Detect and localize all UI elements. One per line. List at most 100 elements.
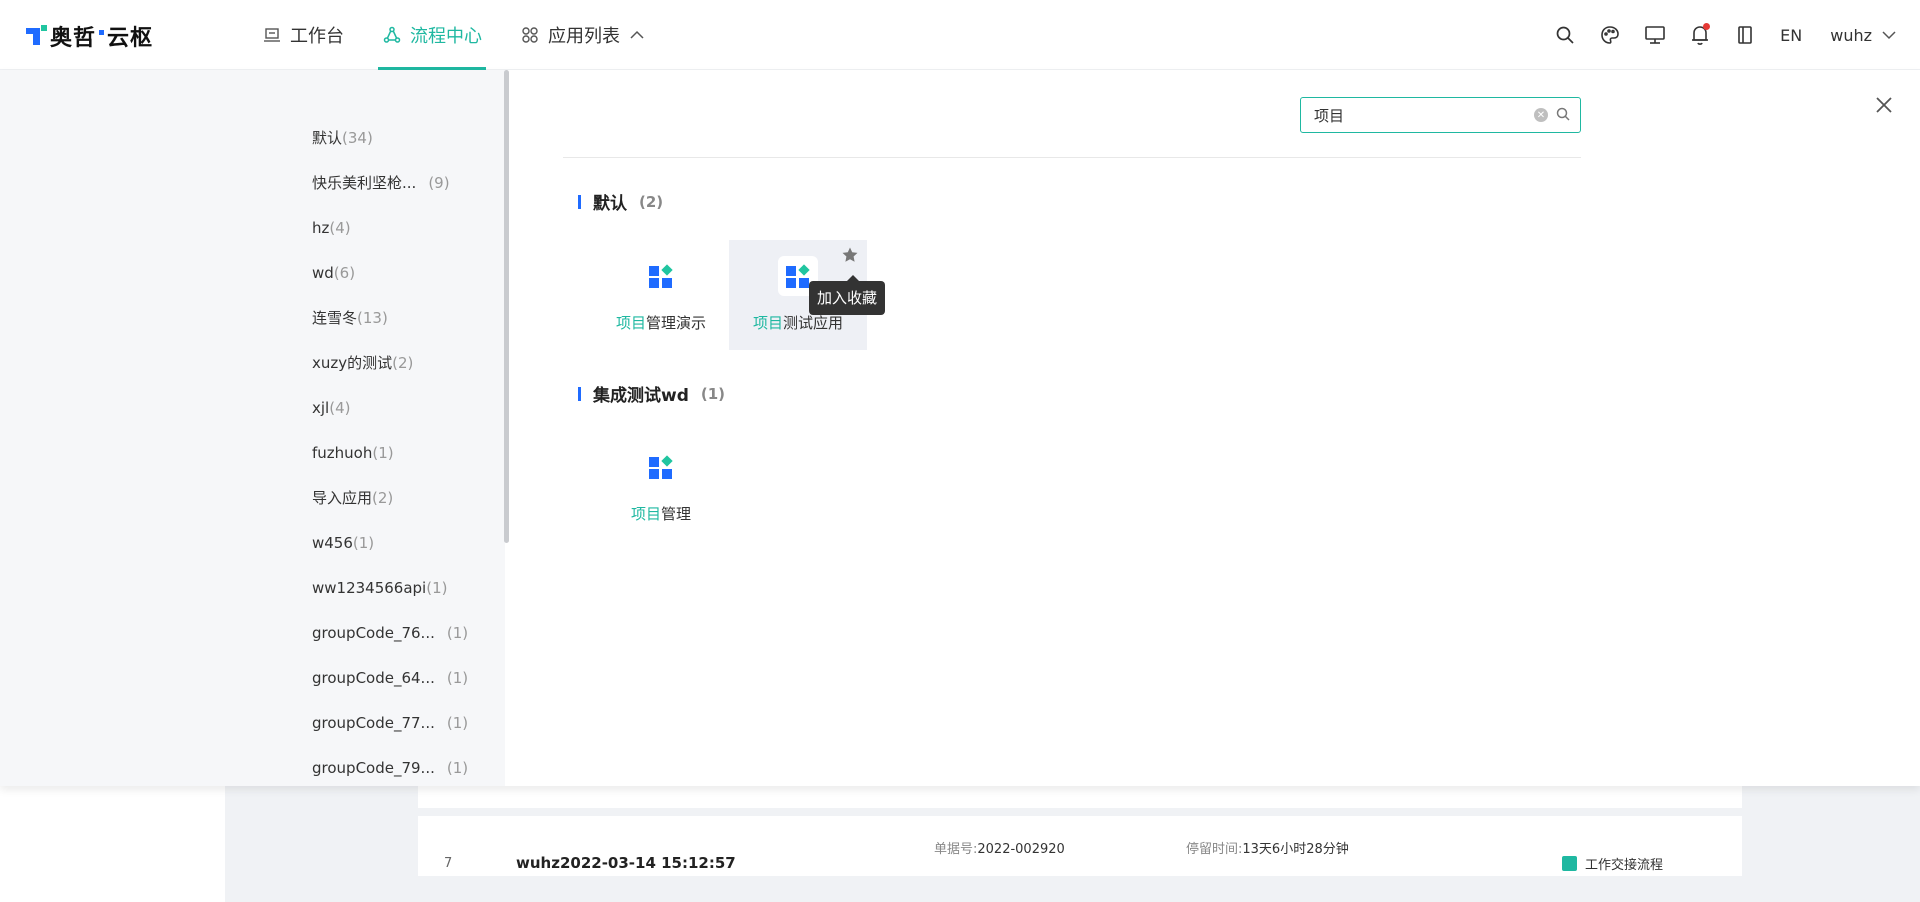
app-name: 项目管理演示 xyxy=(615,314,707,332)
close-icon[interactable] xyxy=(1872,93,1896,117)
category-name: groupCode_77... xyxy=(312,713,435,732)
group-count: (1) xyxy=(700,384,726,403)
row-title[interactable]: wuhz2022-03-14 15:12:57 xyxy=(516,854,736,872)
clear-icon[interactable]: ✕ xyxy=(1534,108,1548,122)
category-item[interactable]: fuzhuoh (1) xyxy=(312,430,468,475)
group-title-default: 默认 (2) xyxy=(578,189,663,214)
category-list: 默认 (34) 快乐美利坚枪... (9) hz (4) wd (6) 连雪冬 (13) xuzy的… xyxy=(312,115,468,790)
group-name: 默认 xyxy=(593,194,627,214)
category-item[interactable]: 快乐美利坚枪... (9) xyxy=(312,160,468,205)
app-grid-icon xyxy=(641,256,681,296)
book-icon[interactable] xyxy=(1733,23,1757,47)
group-title-integration: 集成测试wd (1) xyxy=(578,381,725,406)
category-item[interactable]: 连雪冬 (13) xyxy=(312,295,468,340)
main-nav: 工作台 流程中心 应用列表 xyxy=(258,0,678,70)
logo-dot xyxy=(99,29,105,35)
category-name: 连雪冬 xyxy=(312,309,358,327)
category-count: (1) xyxy=(352,533,375,552)
group-name: 集成测试wd xyxy=(593,386,689,406)
category-item[interactable]: xjl (4) xyxy=(312,385,468,430)
category-name: xuzy的测试 xyxy=(312,354,393,372)
desktop-icon[interactable] xyxy=(1643,23,1667,47)
category-name: xjl xyxy=(312,398,330,417)
app-name: 项目测试应用 xyxy=(752,314,844,332)
group-marker xyxy=(578,386,581,401)
app-card[interactable]: 项目管理 xyxy=(592,431,730,541)
logo-mark-icon xyxy=(26,25,48,47)
search-divider xyxy=(563,157,1581,158)
logo-text-1: 奥哲 xyxy=(50,26,97,51)
category-item[interactable]: w456 (1) xyxy=(312,520,468,565)
category-item[interactable]: groupCode_64... (1) xyxy=(312,655,468,700)
category-scrollbar[interactable] xyxy=(504,70,509,543)
chevron-down-icon xyxy=(1882,30,1896,40)
search-icon[interactable] xyxy=(1553,23,1577,47)
stay-time-field: 停留时间:13天6小时28分钟 xyxy=(1186,842,1349,857)
category-count: (1) xyxy=(446,758,469,777)
category-count: (34) xyxy=(342,128,373,147)
category-item[interactable]: 导入应用 (2) xyxy=(312,475,468,520)
category-item[interactable]: groupCode_79... (1) xyxy=(312,745,468,790)
app-search-input[interactable] xyxy=(1314,106,1534,124)
background-task-row[interactable]: 7 wuhz2022-03-14 15:12:57 单据号:2022-00292… xyxy=(418,816,1742,876)
category-name: w456 xyxy=(312,533,353,552)
group-marker xyxy=(578,194,581,209)
top-bar: 奥哲 云枢 工作台 流程中心 应用列表 EN wuhz xyxy=(0,0,1920,70)
category-name: 导入应用 xyxy=(312,489,373,507)
category-item[interactable]: ww1234566api (1) xyxy=(312,565,468,610)
category-count: (9) xyxy=(428,173,450,192)
app-search-box: ✕ xyxy=(1300,97,1581,133)
app-name: 项目管理 xyxy=(630,505,692,523)
category-count: (1) xyxy=(446,713,469,732)
header-tools: EN wuhz xyxy=(1532,0,1896,70)
category-item[interactable]: wd (6) xyxy=(312,250,468,295)
category-count: (1) xyxy=(426,578,448,597)
monitor-icon xyxy=(262,25,282,45)
category-item[interactable]: 默认 (34) xyxy=(312,115,468,160)
logo-text-2: 云枢 xyxy=(107,26,154,51)
language-switch[interactable]: EN xyxy=(1780,26,1802,45)
flow-name[interactable]: 工作交接流程 xyxy=(1562,854,1663,873)
star-icon[interactable] xyxy=(841,246,859,264)
logo[interactable]: 奥哲 云枢 xyxy=(26,22,154,51)
category-count: (2) xyxy=(392,353,414,372)
category-name: wd xyxy=(312,263,334,282)
background-card xyxy=(418,786,1742,808)
chevron-up-icon xyxy=(630,30,644,40)
apps-grid-icon xyxy=(520,25,540,45)
search-icon[interactable] xyxy=(1556,106,1570,125)
flow-icon xyxy=(1562,856,1577,871)
app-grid-icon xyxy=(641,447,681,487)
user-name: wuhz xyxy=(1830,25,1872,45)
category-item[interactable]: groupCode_77... (1) xyxy=(312,700,468,745)
category-item[interactable]: hz (4) xyxy=(312,205,468,250)
category-name: hz xyxy=(312,218,330,237)
category-name: groupCode_79... xyxy=(312,758,435,777)
group-count: (2) xyxy=(639,192,664,211)
user-menu[interactable]: wuhz xyxy=(1830,26,1896,45)
category-count: (13) xyxy=(357,308,388,327)
category-count: (1) xyxy=(446,623,469,642)
category-item[interactable]: xuzy的测试 (2) xyxy=(312,340,468,385)
nav-app-list[interactable]: 应用列表 xyxy=(516,0,648,70)
doc-no-field: 单据号:2022-002920 xyxy=(934,842,1065,857)
app-card[interactable]: 项目管理演示 xyxy=(592,240,730,350)
app-list-panel: 默认 (34) 快乐美利坚枪... (9) hz (4) wd (6) 连雪冬 (13) xuzy的… xyxy=(0,70,1920,786)
flow-icon xyxy=(382,25,402,45)
category-count: (6) xyxy=(333,263,356,282)
category-sidebar: 默认 (34) 快乐美利坚枪... (9) hz (4) wd (6) 连雪冬 (13) xuzy的… xyxy=(0,70,509,786)
category-count: (4) xyxy=(329,398,351,417)
favorite-tooltip: 加入收藏 xyxy=(809,275,886,315)
nav-workbench[interactable]: 工作台 xyxy=(258,0,348,70)
category-name: 默认 xyxy=(312,129,343,147)
category-count: (1) xyxy=(372,443,394,462)
nav-flow-center[interactable]: 流程中心 xyxy=(378,0,486,70)
nav-flow-center-label: 流程中心 xyxy=(410,26,482,47)
category-item[interactable]: groupCode_76... (1) xyxy=(312,610,468,655)
category-name: groupCode_76... xyxy=(312,623,435,642)
category-count: (4) xyxy=(329,218,351,237)
palette-icon[interactable] xyxy=(1598,23,1622,47)
bell-icon[interactable] xyxy=(1688,23,1712,47)
row-index: 7 xyxy=(444,856,453,871)
nav-app-list-label: 应用列表 xyxy=(548,26,620,47)
